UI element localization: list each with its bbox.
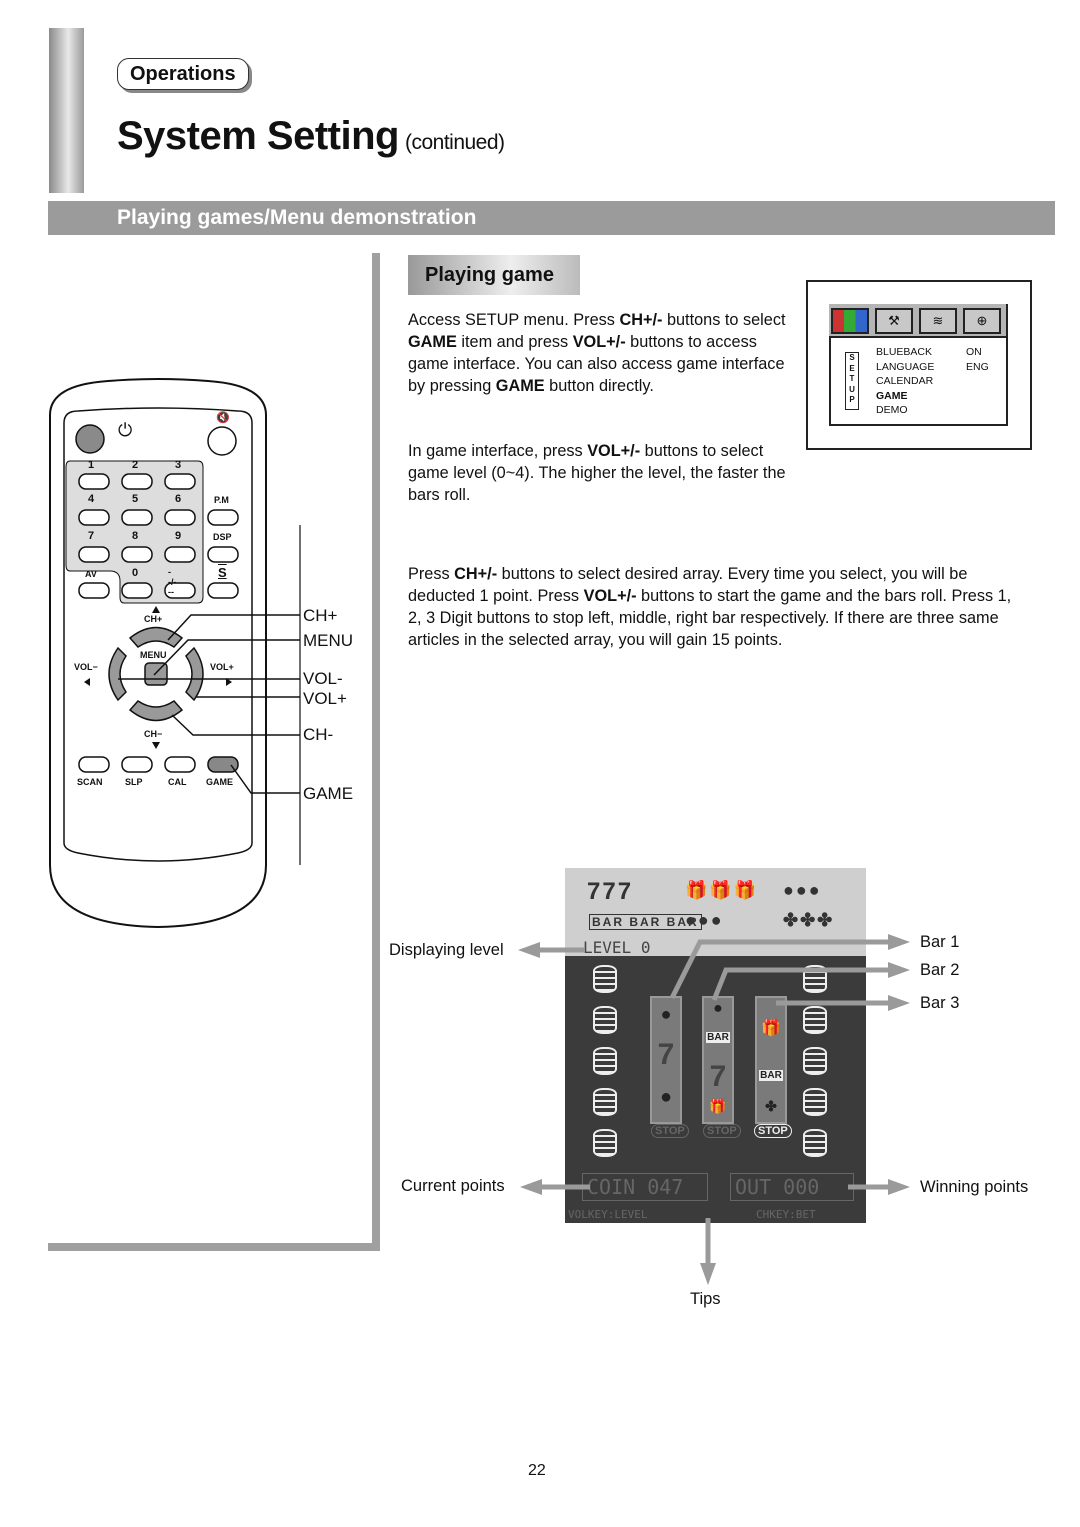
annotation-winning-points: Winning points <box>920 1178 1029 1196</box>
annotation-arrows <box>518 934 910 1285</box>
annotation-bar-1: Bar 1 <box>920 933 960 951</box>
annotation-tips: Tips <box>690 1290 721 1308</box>
page-number: 22 <box>528 1462 546 1479</box>
annotation-displaying-level: Displaying level <box>389 941 504 959</box>
annotation-bar-3: Bar 3 <box>920 994 960 1012</box>
annotation-bar-2: Bar 2 <box>920 961 960 979</box>
annotation-current-points: Current points <box>401 1177 505 1195</box>
